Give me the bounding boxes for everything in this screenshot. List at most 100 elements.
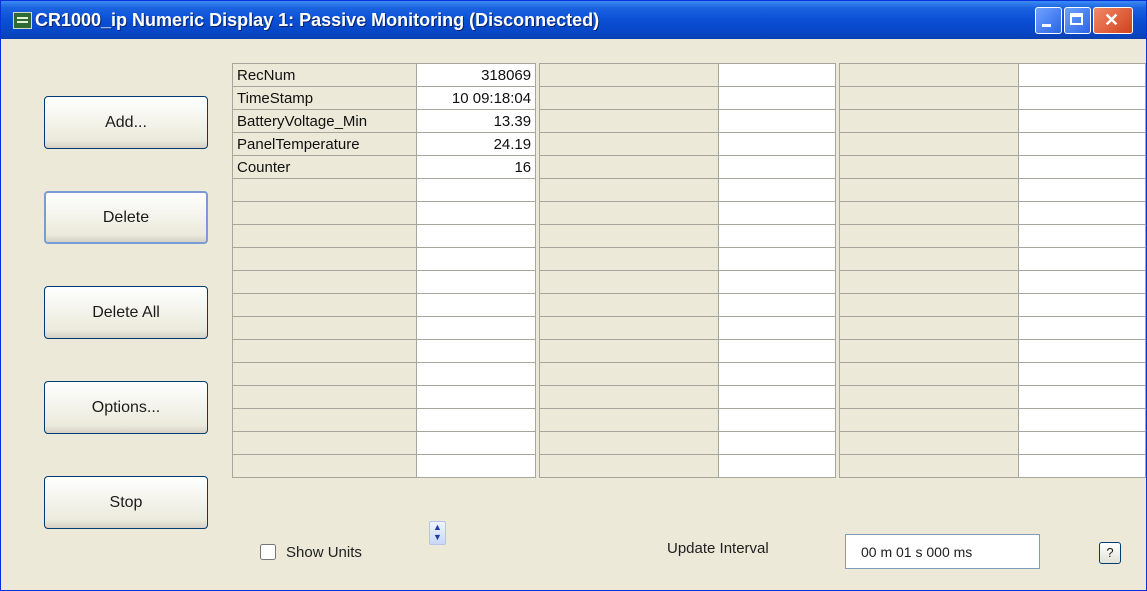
field-value-cell[interactable] bbox=[1017, 293, 1146, 317]
field-name-cell[interactable] bbox=[232, 454, 417, 478]
field-name-cell[interactable] bbox=[539, 155, 719, 179]
field-value-cell[interactable] bbox=[1017, 270, 1146, 294]
options-button[interactable]: Options... bbox=[44, 381, 208, 434]
field-name-cell[interactable] bbox=[539, 385, 719, 409]
field-name-cell[interactable]: TimeStamp bbox=[232, 86, 417, 110]
field-value-cell[interactable] bbox=[1017, 132, 1146, 156]
field-name-cell[interactable] bbox=[539, 339, 719, 363]
field-name-cell[interactable] bbox=[232, 362, 417, 386]
field-name-cell[interactable] bbox=[539, 224, 719, 248]
field-value-cell[interactable] bbox=[717, 270, 837, 294]
field-name-cell[interactable] bbox=[232, 385, 417, 409]
field-value-cell[interactable] bbox=[415, 270, 537, 294]
spin-down-icon[interactable]: ▼ bbox=[433, 532, 442, 542]
field-value-cell[interactable] bbox=[1017, 224, 1146, 248]
field-value-cell[interactable] bbox=[717, 293, 837, 317]
field-value-cell[interactable] bbox=[717, 385, 837, 409]
field-name-cell[interactable] bbox=[839, 385, 1019, 409]
update-interval-field[interactable]: 00 m 01 s 000 ms bbox=[845, 534, 1040, 569]
field-name-cell[interactable] bbox=[839, 178, 1019, 202]
field-name-cell[interactable] bbox=[839, 339, 1019, 363]
field-value-cell[interactable] bbox=[1017, 339, 1146, 363]
close-button[interactable]: ✕ bbox=[1093, 7, 1133, 34]
field-name-cell[interactable] bbox=[539, 316, 719, 340]
field-value-cell[interactable]: 13.39 bbox=[415, 109, 537, 133]
title-bar[interactable]: CR1000_ip Numeric Display 1: Passive Mon… bbox=[1, 1, 1146, 39]
field-value-cell[interactable] bbox=[717, 178, 837, 202]
field-name-cell[interactable]: Counter bbox=[232, 155, 417, 179]
field-value-cell[interactable] bbox=[415, 431, 537, 455]
field-name-cell[interactable] bbox=[232, 270, 417, 294]
field-name-cell[interactable] bbox=[839, 63, 1019, 87]
field-value-cell[interactable] bbox=[717, 63, 837, 87]
field-value-cell[interactable] bbox=[1017, 316, 1146, 340]
field-name-cell[interactable] bbox=[839, 270, 1019, 294]
field-name-cell[interactable] bbox=[539, 293, 719, 317]
field-value-cell[interactable] bbox=[415, 385, 537, 409]
field-value-cell[interactable] bbox=[1017, 109, 1146, 133]
maximize-button[interactable] bbox=[1064, 7, 1091, 34]
field-name-cell[interactable] bbox=[539, 63, 719, 87]
field-name-cell[interactable] bbox=[839, 155, 1019, 179]
field-value-cell[interactable] bbox=[415, 362, 537, 386]
field-value-cell[interactable] bbox=[1017, 454, 1146, 478]
field-value-cell[interactable] bbox=[717, 316, 837, 340]
field-name-cell[interactable] bbox=[839, 408, 1019, 432]
field-value-cell[interactable] bbox=[717, 362, 837, 386]
field-value-cell[interactable] bbox=[1017, 408, 1146, 432]
field-name-cell[interactable] bbox=[232, 201, 417, 225]
field-name-cell[interactable]: PanelTemperature bbox=[232, 132, 417, 156]
field-name-cell[interactable] bbox=[539, 270, 719, 294]
field-name-cell[interactable]: RecNum bbox=[232, 63, 417, 87]
field-value-cell[interactable] bbox=[415, 454, 537, 478]
field-name-cell[interactable] bbox=[539, 454, 719, 478]
field-name-cell[interactable] bbox=[839, 362, 1019, 386]
field-value-cell[interactable] bbox=[717, 109, 837, 133]
add-button[interactable]: Add... bbox=[44, 96, 208, 149]
field-value-cell[interactable] bbox=[717, 431, 837, 455]
field-name-cell[interactable] bbox=[839, 224, 1019, 248]
field-value-cell[interactable] bbox=[717, 339, 837, 363]
field-value-cell[interactable] bbox=[717, 132, 837, 156]
field-value-cell[interactable] bbox=[717, 247, 837, 271]
field-name-cell[interactable] bbox=[232, 224, 417, 248]
show-units-checkbox[interactable] bbox=[260, 544, 276, 560]
field-name-cell[interactable] bbox=[539, 247, 719, 271]
field-name-cell[interactable] bbox=[539, 201, 719, 225]
field-value-cell[interactable] bbox=[415, 247, 537, 271]
field-value-cell[interactable] bbox=[415, 293, 537, 317]
field-value-cell[interactable] bbox=[1017, 86, 1146, 110]
field-name-cell[interactable] bbox=[539, 86, 719, 110]
field-value-cell[interactable] bbox=[415, 316, 537, 340]
field-value-cell[interactable] bbox=[717, 224, 837, 248]
field-value-cell[interactable] bbox=[717, 201, 837, 225]
field-value-cell[interactable] bbox=[1017, 362, 1146, 386]
field-value-cell[interactable] bbox=[1017, 201, 1146, 225]
field-value-cell[interactable] bbox=[415, 201, 537, 225]
field-value-cell[interactable] bbox=[1017, 247, 1146, 271]
field-name-cell[interactable] bbox=[539, 362, 719, 386]
field-name-cell[interactable] bbox=[839, 132, 1019, 156]
field-value-cell[interactable]: 24.19 bbox=[415, 132, 537, 156]
field-name-cell[interactable] bbox=[839, 86, 1019, 110]
field-name-cell[interactable] bbox=[539, 431, 719, 455]
field-name-cell[interactable] bbox=[232, 293, 417, 317]
help-button[interactable]: ? bbox=[1099, 542, 1121, 564]
field-value-cell[interactable] bbox=[1017, 63, 1146, 87]
delete-button[interactable]: Delete bbox=[44, 191, 208, 244]
field-value-cell[interactable] bbox=[415, 408, 537, 432]
field-name-cell[interactable] bbox=[839, 293, 1019, 317]
field-name-cell[interactable] bbox=[839, 201, 1019, 225]
field-value-cell[interactable] bbox=[415, 224, 537, 248]
stop-button[interactable]: Stop bbox=[44, 476, 208, 529]
field-name-cell[interactable] bbox=[232, 316, 417, 340]
field-name-cell[interactable] bbox=[232, 431, 417, 455]
field-name-cell[interactable] bbox=[839, 247, 1019, 271]
field-name-cell[interactable] bbox=[839, 316, 1019, 340]
field-value-cell[interactable]: 16 bbox=[415, 155, 537, 179]
field-value-cell[interactable] bbox=[717, 155, 837, 179]
field-value-cell[interactable] bbox=[717, 408, 837, 432]
field-value-cell[interactable] bbox=[1017, 431, 1146, 455]
interval-spinner[interactable]: ▲ ▼ bbox=[429, 521, 446, 545]
field-name-cell[interactable]: BatteryVoltage_Min bbox=[232, 109, 417, 133]
